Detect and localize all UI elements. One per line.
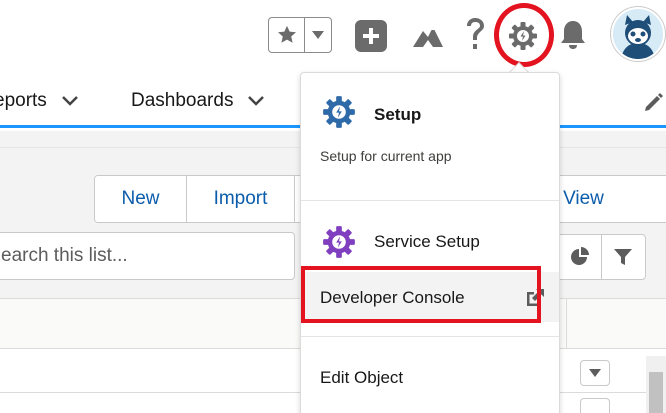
- setup-menu-title: Setup: [374, 105, 422, 124]
- search-list-input[interactable]: earch this list...: [0, 232, 295, 280]
- column-divider[interactable]: [566, 299, 567, 349]
- pencil-icon: [645, 93, 663, 111]
- favorites-menu-button[interactable]: [305, 18, 331, 52]
- import-button[interactable]: Import: [187, 176, 295, 222]
- menu-item-setup[interactable]: Setup Setup for current app: [301, 91, 559, 164]
- chevron-down-icon[interactable]: [247, 95, 265, 107]
- edit-nav-button[interactable]: [643, 90, 665, 112]
- trailhead-button[interactable]: [410, 18, 446, 54]
- mountain-icon: [413, 27, 443, 47]
- star-icon: [277, 25, 296, 43]
- scrollbar-thumb[interactable]: [649, 372, 663, 413]
- new-button[interactable]: New: [95, 176, 187, 222]
- service-setup-label: Service Setup: [374, 232, 480, 251]
- gear-icon: [509, 22, 537, 50]
- help-button[interactable]: [460, 12, 490, 56]
- chart-button[interactable]: [557, 235, 602, 279]
- row-action-button[interactable]: [580, 360, 610, 386]
- question-icon: [467, 18, 484, 49]
- row-action-button[interactable]: [580, 398, 610, 413]
- nav-tab-label: eports: [0, 89, 47, 111]
- nav-tab-dashboards[interactable]: Dashboards: [131, 76, 265, 125]
- table-scrollbar[interactable]: [646, 356, 666, 413]
- menu-item-developer-console[interactable]: Developer Console: [301, 272, 559, 322]
- plus-icon: [363, 28, 379, 44]
- edit-object-label: Edit Object: [320, 368, 404, 387]
- nav-tab-reports[interactable]: eports: [0, 76, 79, 125]
- bell-icon: [561, 21, 585, 49]
- notifications-button[interactable]: [556, 17, 590, 53]
- menu-item-service-setup[interactable]: Service Setup: [301, 223, 559, 263]
- caret-down-icon: [589, 369, 601, 377]
- favorites-button[interactable]: [269, 18, 305, 52]
- list-action-buttons: New Import: [94, 175, 316, 223]
- caret-down-icon: [312, 31, 324, 39]
- external-link-icon: [523, 286, 547, 310]
- menu-divider: [301, 200, 559, 201]
- setup-dropdown-menu: Setup Setup for current app Service Setu…: [300, 72, 560, 413]
- menu-divider: [301, 336, 559, 337]
- favorites-button-group: [268, 17, 332, 53]
- developer-console-label: Developer Console: [320, 288, 465, 307]
- nav-tab-label: Dashboards: [131, 89, 234, 111]
- filter-button[interactable]: [602, 235, 646, 279]
- global-header: [0, 0, 666, 76]
- chevron-down-icon[interactable]: [61, 95, 79, 107]
- global-actions-button[interactable]: [355, 20, 387, 52]
- service-setup-gear-icon: [322, 225, 356, 259]
- setup-gear-button[interactable]: [505, 18, 541, 54]
- setup-gear-icon: [322, 95, 356, 129]
- menu-item-edit-object[interactable]: Edit Object: [301, 362, 559, 396]
- list-view-tools: [556, 234, 646, 280]
- avatar: [613, 9, 663, 59]
- setup-menu-subtitle: Setup for current app: [320, 148, 452, 164]
- user-avatar[interactable]: [611, 7, 665, 61]
- filter-icon: [614, 249, 633, 265]
- pie-chart-icon: [570, 247, 589, 265]
